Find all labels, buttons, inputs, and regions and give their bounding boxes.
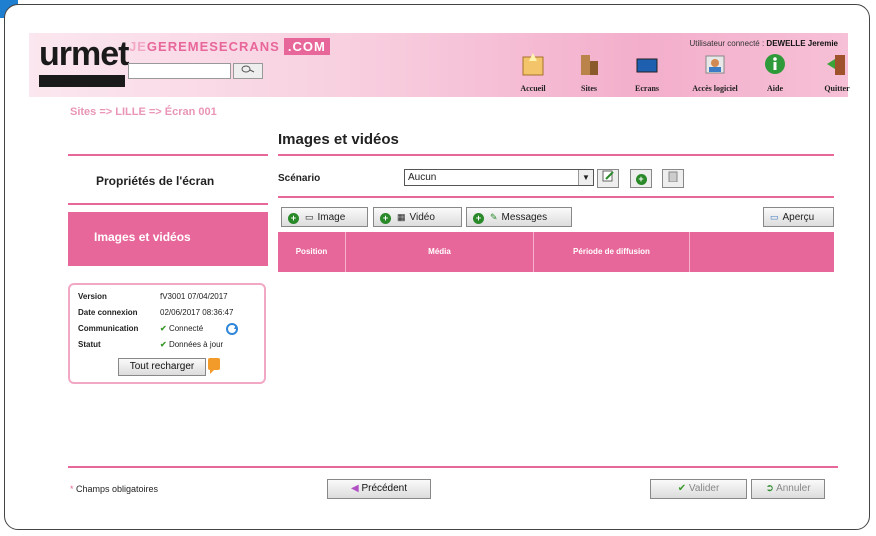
header-banner: urmet FRANCE JEGEREMESECRANS .COM Utilisa… <box>29 33 850 121</box>
nav-aide[interactable]: Aide <box>745 51 805 93</box>
urmet-logo: urmet FRANCE <box>39 35 129 121</box>
warning-icon <box>208 358 220 374</box>
add-scenario-button[interactable]: + <box>630 169 652 188</box>
required-fields-note: * Champs obligatoires <box>70 484 159 494</box>
nav-ecrans[interactable]: Ecrans <box>617 51 677 93</box>
home-icon <box>522 53 544 76</box>
divider <box>278 154 834 156</box>
sidebar-item-label: Images et vidéos <box>94 230 191 244</box>
preview-icon: ▭ <box>770 212 779 222</box>
version-value: fV3001 07/04/2017 <box>160 292 228 301</box>
column-header[interactable]: Position <box>278 232 346 272</box>
add-messages-button[interactable]: + ✎ Messages <box>466 207 572 227</box>
cancel-button[interactable]: ➲ Annuler <box>751 479 825 499</box>
search-input[interactable] <box>128 63 231 79</box>
logo-text: urmet <box>39 35 129 73</box>
communication-value: ✔ Connecté <box>160 324 204 333</box>
video-icon: ▦ <box>397 212 406 222</box>
scenario-select[interactable]: Aucun ▼ <box>404 169 594 186</box>
message-icon: ✎ <box>490 212 498 222</box>
undo-icon: ➲ <box>765 483 774 494</box>
trash-icon <box>668 171 678 183</box>
edit-icon <box>602 170 614 182</box>
breadcrumb[interactable]: Sites => LILLE => Écran 001 <box>70 106 217 118</box>
check-icon: ✔ <box>677 483 687 494</box>
column-header[interactable]: Période de diffusion <box>534 232 690 272</box>
arrow-left-icon: ◀ <box>350 483 359 494</box>
column-header <box>690 232 834 272</box>
add-video-button[interactable]: + ▦ Vidéo <box>373 207 462 227</box>
page-title: Images et vidéos <box>278 131 399 148</box>
exit-icon <box>827 55 845 75</box>
column-header[interactable]: Média <box>346 232 534 272</box>
screen-info-panel: Version fV3001 07/04/2017 Date connexion… <box>68 283 266 384</box>
building-icon <box>581 55 598 75</box>
nav-accueil[interactable]: Accueil <box>503 51 563 93</box>
site-tagline: JEGEREMESECRANS .COM <box>129 38 330 55</box>
previous-button[interactable]: ◀ Précédent <box>327 479 431 499</box>
edit-scenario-button[interactable] <box>597 169 619 188</box>
nav-acces-logiciel[interactable]: Accès logiciel <box>685 51 745 93</box>
check-icon: ✔ <box>160 324 167 333</box>
search-icon <box>241 65 255 73</box>
sidebar-item-images-videos[interactable]: Images et vidéos <box>68 212 268 266</box>
image-icon: ▭ <box>305 212 314 222</box>
add-image-button[interactable]: + ▭ Image <box>281 207 368 227</box>
add-icon: + <box>473 213 484 224</box>
divider <box>68 154 268 156</box>
refresh-icon[interactable] <box>226 323 238 335</box>
media-table-header: Position Média Période de diffusion <box>278 232 834 272</box>
scenario-label: Scénario <box>278 173 321 184</box>
status-value: ✔ Données à jour <box>160 340 224 349</box>
software-access-icon <box>705 55 725 74</box>
search-button[interactable] <box>233 63 263 79</box>
date-value: 02/06/2017 08:36:47 <box>160 308 234 317</box>
add-icon: + <box>288 213 299 224</box>
info-icon <box>765 54 785 74</box>
add-icon: + <box>380 213 391 224</box>
screen-icon <box>636 58 658 73</box>
nav-quitter[interactable]: Quitter <box>807 51 867 93</box>
footer-divider <box>68 466 838 468</box>
reload-all-button[interactable]: Tout recharger <box>118 358 206 376</box>
chevron-down-icon: ▼ <box>578 170 593 185</box>
preview-button[interactable]: ▭ Aperçu <box>763 207 834 227</box>
delete-scenario-button[interactable] <box>662 169 684 188</box>
add-icon: + <box>635 174 647 185</box>
divider <box>68 203 268 205</box>
user-info: Utilisateur connecté : DEWELLE Jeremie <box>689 39 838 48</box>
nav-sites[interactable]: Sites <box>559 51 619 93</box>
check-icon: ✔ <box>160 340 167 349</box>
divider <box>278 196 834 198</box>
sidebar-item-properties[interactable]: Propriétés de l'écran <box>96 174 214 188</box>
validate-button[interactable]: ✔ Valider <box>650 479 747 499</box>
